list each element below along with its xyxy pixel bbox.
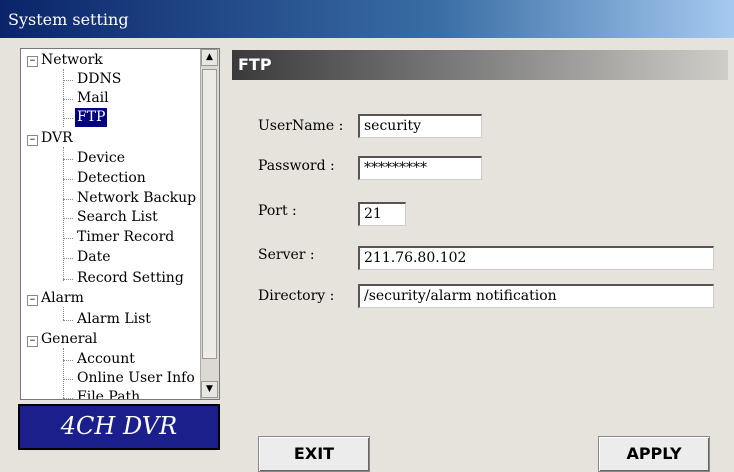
- apply-button[interactable]: APPLY: [598, 436, 710, 472]
- tree-line: [63, 99, 73, 100]
- panel-title: FTP: [238, 55, 272, 74]
- tree-line: [63, 80, 73, 81]
- password-label: Password :: [258, 158, 335, 174]
- collapse-network-icon[interactable]: −: [27, 56, 38, 67]
- username-field[interactable]: security: [358, 114, 482, 138]
- tree-line: [63, 320, 73, 321]
- tree-item-device[interactable]: Device: [77, 149, 125, 168]
- window-titlebar: System setting: [0, 0, 734, 38]
- tree-line: [63, 218, 73, 219]
- username-label: UserName :: [258, 118, 344, 134]
- tree-item-ddns[interactable]: DDNS: [77, 70, 121, 89]
- tree-line: [63, 118, 73, 119]
- collapse-general-icon[interactable]: −: [27, 336, 38, 347]
- tree-item-file-path[interactable]: File Path: [77, 388, 140, 399]
- directory-label: Directory :: [258, 288, 335, 304]
- tree-item-alarm-list[interactable]: Alarm List: [77, 310, 151, 329]
- tree-item-ftp[interactable]: FTP: [75, 108, 108, 127]
- tree-scrollbar[interactable]: ▲ ▼: [200, 49, 219, 399]
- window-title: System setting: [8, 10, 129, 29]
- tree-item-timer-record[interactable]: Timer Record: [77, 228, 174, 247]
- tree-item-record-setting[interactable]: Record Setting: [77, 269, 184, 288]
- scroll-down-icon[interactable]: ▼: [201, 381, 218, 398]
- directory-field[interactable]: /security/alarm notification: [358, 284, 714, 308]
- tree-item-account[interactable]: Account: [77, 350, 135, 369]
- password-field[interactable]: *********: [358, 156, 482, 180]
- tree-line: [63, 279, 73, 280]
- tree-line: [63, 379, 73, 380]
- tree-line: [63, 307, 64, 320]
- port-label: Port :: [258, 203, 297, 219]
- scrollbar-thumb[interactable]: [202, 69, 217, 359]
- tree-line: [63, 199, 73, 200]
- collapse-dvr-icon[interactable]: −: [27, 135, 38, 146]
- settings-tree[interactable]: − Network DDNS Mail FTP − DVR Device Det…: [20, 48, 220, 400]
- tree-item-dvr[interactable]: DVR: [41, 129, 73, 148]
- exit-button[interactable]: EXIT: [258, 436, 370, 472]
- port-field[interactable]: 21: [358, 202, 406, 226]
- brand-logo: 4CH DVR: [18, 404, 220, 450]
- tree-item-general[interactable]: General: [41, 330, 97, 349]
- tree-item-detection[interactable]: Detection: [77, 169, 146, 188]
- tree-item-date[interactable]: Date: [77, 248, 110, 267]
- tree-line: [63, 147, 64, 281]
- tree-item-network[interactable]: Network: [41, 51, 103, 70]
- tree-item-search-list[interactable]: Search List: [77, 208, 158, 227]
- tree-line: [63, 258, 73, 259]
- tree-item-online-user-info[interactable]: Online User Info: [77, 369, 195, 388]
- collapse-alarm-icon[interactable]: −: [27, 295, 38, 306]
- server-label: Server :: [258, 247, 315, 263]
- scroll-up-icon[interactable]: ▲: [201, 49, 218, 66]
- tree-line: [63, 159, 73, 160]
- tree-line: [63, 360, 73, 361]
- tree-line: [63, 398, 73, 399]
- tree-item-alarm[interactable]: Alarm: [41, 289, 84, 308]
- tree-item-network-backup[interactable]: Network Backup: [77, 189, 196, 208]
- tree-line: [63, 179, 73, 180]
- tree-line: [63, 238, 73, 239]
- tree-line: [63, 348, 64, 399]
- tree-item-mail[interactable]: Mail: [77, 89, 109, 108]
- panel-header: FTP: [232, 50, 728, 80]
- server-field[interactable]: 211.76.80.102: [358, 246, 714, 270]
